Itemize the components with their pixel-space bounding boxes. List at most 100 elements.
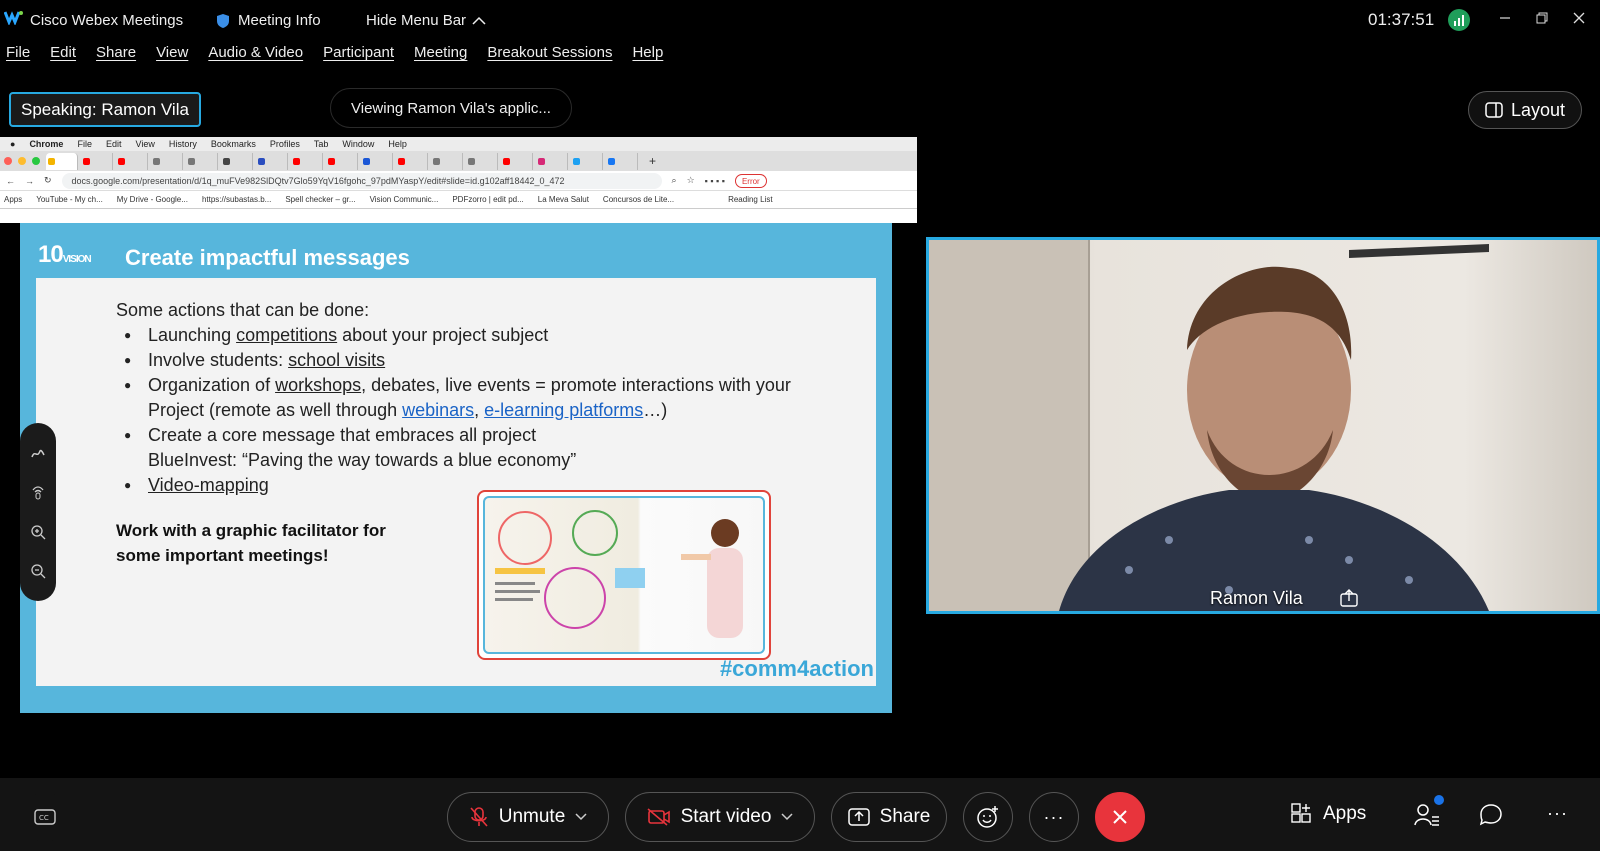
slide-note: Work with a graphic facilitator for some… — [116, 521, 386, 565]
slide-text: Some actions that can be done: Launching… — [116, 298, 836, 498]
browser-menu-history: History — [168, 139, 197, 149]
close-icon — [1113, 810, 1127, 824]
bookmark-vision: Vision Communic... — [369, 195, 439, 204]
browser-tab — [151, 152, 183, 170]
unmute-button[interactable]: Unmute — [447, 792, 609, 842]
browser-tab — [571, 152, 603, 170]
speaking-name: Ramon Vila — [101, 99, 189, 119]
slide-bullets: Launching competitions about your projec… — [124, 323, 836, 498]
restore-icon[interactable] — [1527, 6, 1557, 30]
bookmarks-bar: Apps YouTube - My ch... My Drive - Googl… — [0, 191, 917, 209]
slide-intro: Some actions that can be done: — [116, 300, 370, 320]
webex-logo-icon — [4, 11, 23, 25]
more-menu-button[interactable]: ··· — [1547, 803, 1568, 824]
unmute-label: Unmute — [498, 806, 566, 827]
menu-help[interactable]: Help — [632, 44, 663, 72]
more-options-icon: ··· — [1043, 806, 1065, 827]
chat-icon — [1479, 804, 1502, 826]
minimize-icon[interactable] — [1490, 6, 1520, 30]
layout-icon — [1485, 102, 1503, 118]
menu-breakout-sessions[interactable]: Breakout Sessions — [487, 44, 612, 72]
browser-tab — [431, 152, 463, 170]
participants-button[interactable] — [1414, 795, 1444, 827]
apps-button[interactable]: Apps — [1291, 803, 1366, 825]
slide-title: Create impactful messages — [125, 245, 410, 270]
browser-menu-view: View — [135, 139, 155, 149]
sharing-indicator-icon — [1340, 589, 1358, 607]
browser-tab — [221, 152, 253, 170]
menu-view[interactable]: View — [156, 44, 188, 72]
chat-button[interactable] — [1479, 803, 1503, 827]
more-options-button[interactable]: ··· — [1029, 792, 1079, 842]
browser-tab — [536, 152, 568, 170]
layout-button[interactable]: Layout — [1468, 91, 1582, 129]
chevron-down-icon[interactable] — [575, 813, 587, 821]
closed-captions-button[interactable]: CC — [24, 792, 66, 842]
shield-icon — [217, 13, 229, 28]
bullet-1: Launching competitions about your projec… — [124, 323, 836, 348]
chevron-down-icon[interactable] — [781, 813, 793, 821]
browser-tab — [291, 152, 323, 170]
forward-icon: → — [25, 175, 34, 186]
speaking-label: Speaking: — [21, 99, 97, 119]
leave-meeting-button[interactable] — [1095, 792, 1145, 842]
participant-name-label: Ramon Vila — [1210, 588, 1303, 608]
bookmark-subastas: https://subastas.b... — [201, 195, 272, 204]
menu-share[interactable]: Share — [96, 44, 136, 72]
mac-menu-bar: ● Chrome File Edit View History Bookmark… — [0, 137, 917, 151]
layout-label: Layout — [1510, 99, 1566, 120]
hide-menu-bar-button[interactable]: Hide Menu Bar — [366, 12, 486, 29]
browser-tab — [466, 152, 498, 170]
participant-video[interactable] — [926, 237, 1600, 614]
zoom-out-icon[interactable] — [30, 563, 46, 579]
presentation-slide: 10VISION Create impactful messages Some … — [20, 223, 892, 713]
slide-body: Some actions that can be done: Launching… — [36, 278, 876, 686]
bookmark-youtube: YouTube - My ch... — [36, 195, 103, 204]
annotate-pen-icon[interactable] — [30, 445, 46, 461]
browser-tab — [116, 152, 148, 170]
bookmark-concursos: Concursos de Lite... — [602, 195, 675, 204]
menu-audio-video[interactable]: Audio & Video — [208, 44, 303, 72]
more-menu-icon: ··· — [1547, 803, 1568, 823]
bookmark-drive: My Drive - Google... — [116, 195, 188, 204]
menu-edit[interactable]: Edit — [50, 44, 76, 72]
reactions-button[interactable] — [963, 792, 1013, 842]
meeting-info-button[interactable]: Meeting Info — [216, 12, 321, 29]
reading-list: Reading List — [728, 195, 773, 204]
traffic-zoom-icon — [32, 157, 40, 165]
zoom-icon: ⌕ — [671, 175, 677, 185]
close-icon[interactable] — [1564, 6, 1594, 30]
browser-menu-tab: Tab — [313, 139, 329, 149]
vision-logo: 10VISION — [38, 241, 92, 268]
reactions-icon — [977, 806, 998, 828]
bullet-2: Involve students: school visits — [124, 348, 836, 373]
notification-dot — [1434, 795, 1444, 805]
share-button[interactable]: Share — [831, 792, 947, 842]
viewing-status: Viewing Ramon Vila's applic... — [330, 88, 572, 128]
browser-menu-bookmarks: Bookmarks — [210, 139, 256, 149]
browser-tab — [81, 152, 113, 170]
browser-tab-strip: + — [0, 151, 917, 171]
menu-participant[interactable]: Participant — [323, 44, 394, 72]
extensions-icon: ▪ ▪ ▪ ▪ — [704, 175, 725, 186]
start-video-label: Start video — [680, 806, 772, 827]
browser-tab — [256, 152, 288, 170]
share-screen-icon — [847, 808, 870, 826]
start-video-button[interactable]: Start video — [625, 792, 815, 842]
remote-control-icon[interactable] — [30, 484, 46, 500]
menu-file[interactable]: File — [6, 44, 30, 72]
browser-tab — [501, 152, 533, 170]
apps-label: Apps — [1323, 803, 1367, 824]
graphic-facilitator-image — [477, 490, 771, 660]
zoom-in-icon[interactable] — [30, 524, 46, 540]
speaking-indicator: Speaking: Ramon Vila — [9, 92, 201, 127]
network-status-icon[interactable] — [1448, 9, 1470, 31]
video-off-icon — [647, 808, 670, 826]
traffic-close-icon — [4, 157, 12, 165]
menu-meeting[interactable]: Meeting — [414, 44, 467, 72]
apps-icon — [1291, 803, 1311, 823]
browser-tab — [361, 152, 393, 170]
browser-menu-edit: Edit — [105, 139, 122, 149]
whiteboard-illustration — [495, 510, 743, 638]
traffic-minimize-icon — [18, 157, 26, 165]
